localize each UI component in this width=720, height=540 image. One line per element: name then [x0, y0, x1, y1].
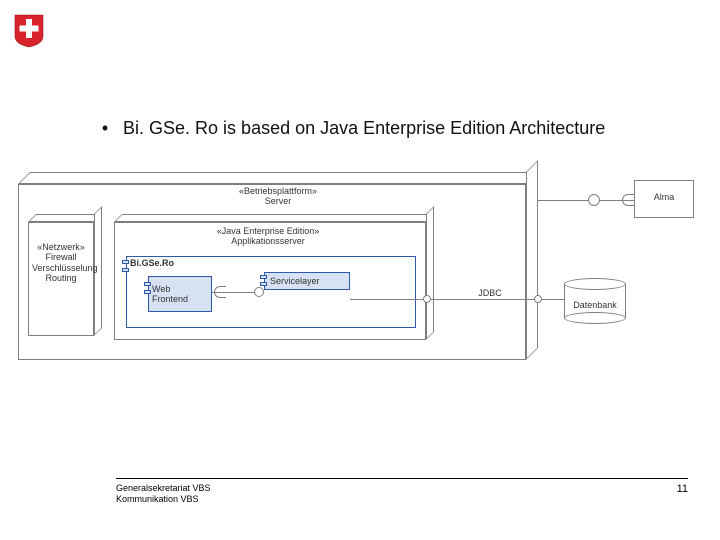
- bullet-item: • Bi. GSe. Ro is based on Java Enterpris…: [92, 118, 605, 139]
- swiss-shield-logo: [14, 14, 44, 48]
- swiss-cross-icon: [14, 14, 44, 48]
- database-label: Datenbank: [568, 300, 622, 310]
- bullet-text: Bi. GSe. Ro is based on Java Enterprise …: [123, 118, 605, 139]
- page-number: 11: [677, 483, 688, 495]
- appserver-label: «Java Enterprise Edition» Applikationsse…: [188, 226, 348, 247]
- app-inner-label: Bi.GSe.Ro: [130, 258, 190, 268]
- platform-label: «Betriebsplattform» Server: [218, 186, 338, 207]
- alma-label: Alma: [636, 192, 692, 202]
- footer-line-1: Generalsekretariat VBS: [116, 483, 211, 494]
- servicelayer-label: Servicelayer: [270, 276, 344, 286]
- slide-footer: Generalsekretariat VBS Kommunikation VBS…: [116, 478, 688, 506]
- architecture-diagram: «Betriebsplattform» Server «Netzwerk» Fi…: [18, 164, 702, 384]
- bullet-dot: •: [92, 118, 118, 139]
- footer-rule: [116, 478, 688, 479]
- network-label: «Netzwerk» Firewall Verschlüsselung Rout…: [32, 242, 90, 283]
- connector-alma: [538, 200, 634, 201]
- footer-line-2: Kommunikation VBS: [116, 494, 211, 505]
- jdbc-label: JDBC: [470, 288, 510, 298]
- connector-jdbc: [350, 299, 564, 300]
- web-frontend-label: Web Frontend: [152, 284, 208, 305]
